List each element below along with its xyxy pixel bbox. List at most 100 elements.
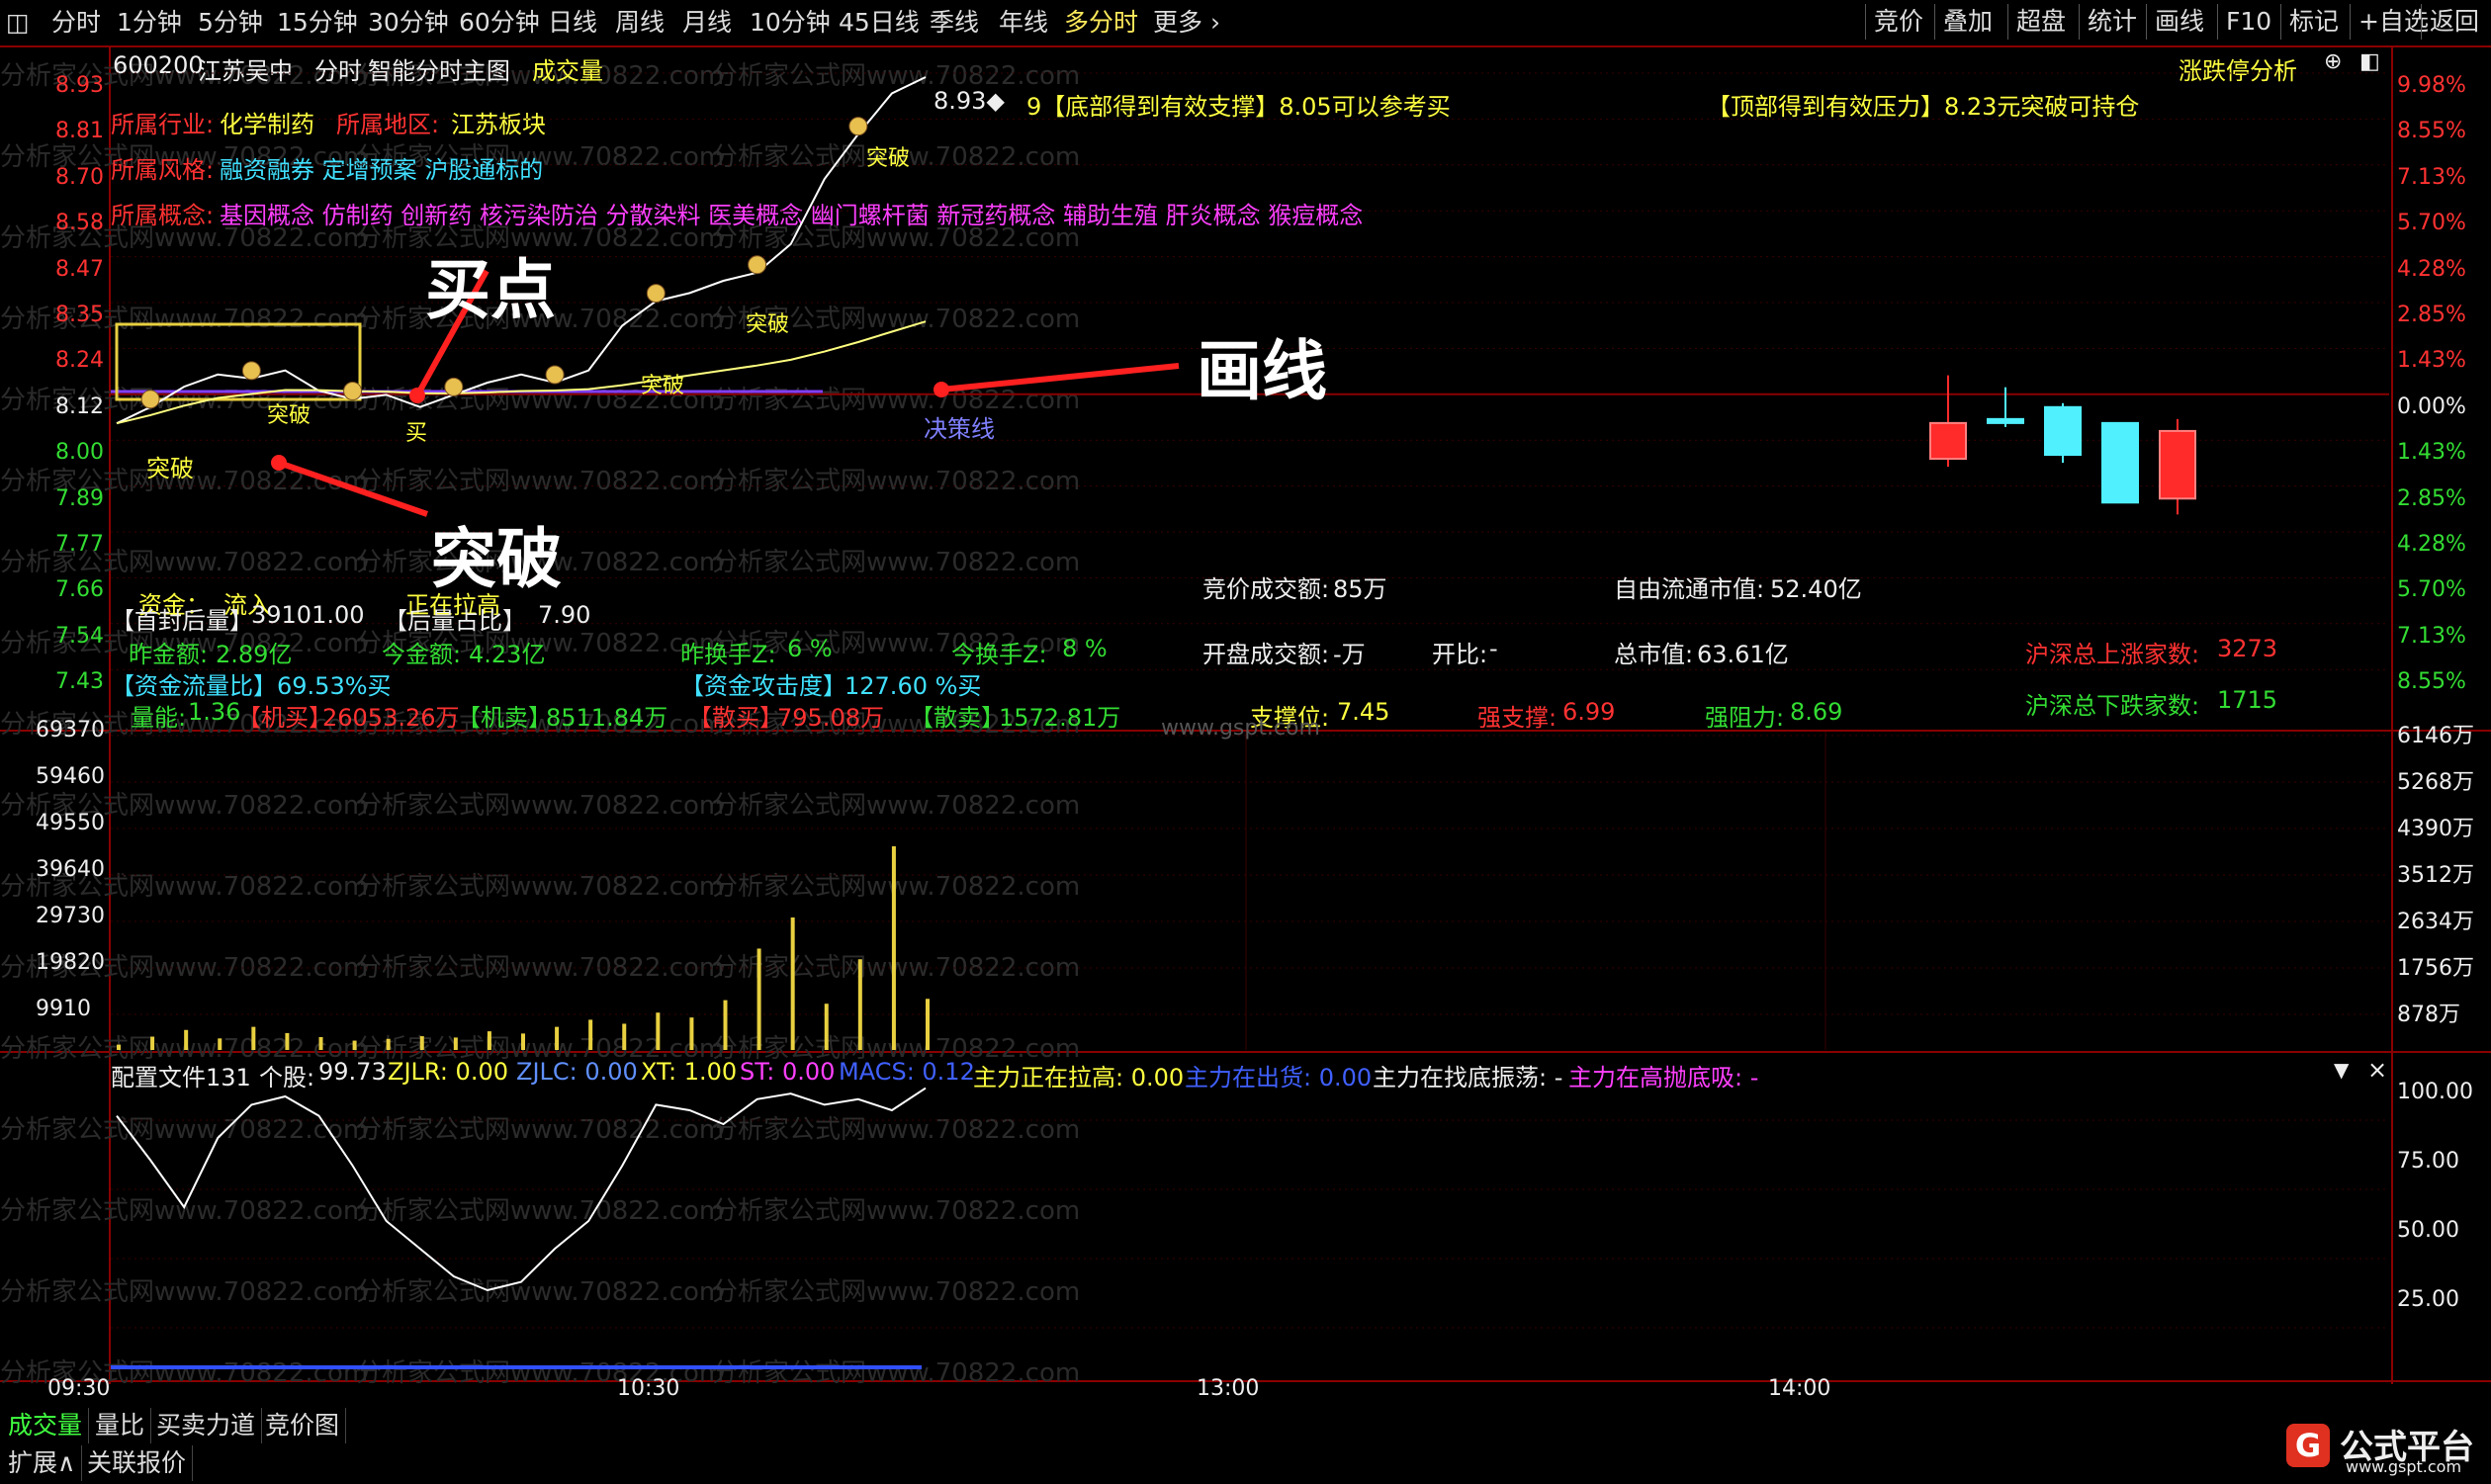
toolbar-right-item-1[interactable]: 叠加 (1934, 4, 2001, 40)
toolbar-right-item-0[interactable]: 竞价 (1865, 4, 1931, 40)
after-label: 【后量占比】 (384, 607, 526, 635)
volume-tick-right: 2634万 (2397, 910, 2474, 934)
toolbar-right-item-8[interactable]: 返回 (2421, 4, 2487, 40)
toolbar-item-8[interactable]: 月线 (682, 6, 732, 40)
volume-bar (588, 1019, 593, 1050)
volume-bar (555, 1026, 560, 1050)
volume-bar (622, 1023, 627, 1050)
annotation-arrow (940, 363, 1180, 393)
volume-bar (689, 1017, 694, 1050)
today-amount-label: 今金额: (382, 641, 462, 668)
volume-bar (117, 1044, 121, 1050)
toolbar-item-6[interactable]: 日线 (548, 6, 597, 40)
price-tick-left: 8.81 (55, 119, 104, 144)
volume-bar (419, 1036, 424, 1050)
down-count: 1715 (2217, 686, 2278, 714)
consolidation-box (115, 322, 362, 401)
bottom-tab-2[interactable]: 买卖力道 (150, 1408, 263, 1443)
toolbar-item-13[interactable]: 多分时 (1064, 6, 1138, 40)
bottom-tab-3[interactable]: 竞价图 (259, 1408, 347, 1443)
bottom-tab-0[interactable]: 成交量 (2, 1408, 90, 1443)
toolbar-item-2[interactable]: 5分钟 (198, 6, 263, 40)
bottom-tab2-1[interactable]: 关联报价 (81, 1445, 194, 1481)
prev-turnover: 6 % (787, 635, 833, 662)
toolbar-item-9[interactable]: 10分钟 (750, 6, 831, 40)
signal-coin-icon (140, 390, 160, 409)
candle-body (1929, 421, 1967, 461)
energy-label: 量能: (131, 704, 187, 732)
candle-body (2101, 421, 2139, 504)
signal-coin-icon (343, 381, 363, 400)
toolbar-right-item-5[interactable]: F10 (2217, 4, 2279, 40)
prev-turnover-label: 昨换手Z: (680, 641, 776, 668)
window-menu-icon[interactable]: ◫ (6, 6, 30, 40)
toolbar-item-11[interactable]: 季线 (930, 6, 979, 40)
price-tick-right: 1.43% (2397, 440, 2466, 466)
volume-tick-left: 59460 (36, 764, 105, 789)
auction-vol-label: 竞价成交额: (1202, 575, 1330, 603)
toolbar-item-12[interactable]: 年线 (999, 6, 1048, 40)
volume-bar (790, 917, 795, 1050)
price-tick-right: 8.55% (2397, 119, 2466, 144)
bottom-tab2-0[interactable]: 扩展∧ (2, 1445, 83, 1481)
breakthrough-tag-5: 突破 (866, 146, 911, 171)
indicator-tick: 50.00 (2397, 1218, 2459, 1243)
strong-support-label: 强支撑: (1477, 704, 1557, 732)
breakthrough-tag-2: 突破 (267, 403, 311, 428)
candle-body (1987, 417, 2024, 424)
price-tick-left: 8.12 (55, 393, 104, 419)
time-tick: 13:00 (1197, 1376, 1260, 1401)
toolbar-right-item-2[interactable]: 超盘 (2007, 4, 2074, 40)
toolbar-item-5[interactable]: 60分钟 (459, 6, 540, 40)
volume-bar (926, 999, 930, 1050)
price-tick-right: 2.85% (2397, 303, 2466, 327)
price-tick-right: 5.70% (2397, 211, 2466, 236)
indicator-tick: 100.00 (2397, 1080, 2473, 1104)
annotation-draw-line: 画线 (1197, 333, 1327, 409)
volume-tick-right: 4390万 (2397, 817, 2474, 841)
decision-line-label: 决策线 (924, 415, 995, 443)
price-tick-left: 7.43 (55, 669, 104, 695)
toolbar-item-3[interactable]: 15分钟 (277, 6, 358, 40)
inst-buy-label: 【机买】 (237, 704, 332, 732)
toolbar-right-item-4[interactable]: 画线 (2146, 4, 2212, 40)
toolbar-item-10[interactable]: 45日线 (839, 6, 920, 40)
time-tick: 09:30 (47, 1376, 111, 1401)
up-count: 3273 (2217, 635, 2278, 662)
price-tick-left: 8.93 (55, 73, 104, 98)
toolbar-item-7[interactable]: 周线 (615, 6, 665, 40)
logo-url: www.gspt.com (2346, 1457, 2462, 1476)
volume-tick-left: 9910 (36, 997, 91, 1021)
float-cap: 52.40亿 (1770, 575, 1862, 603)
volume-bar (723, 1000, 728, 1050)
price-tick-right: 0.00% (2397, 393, 2466, 419)
volume-bar (824, 1004, 829, 1050)
toolbar-right-item-6[interactable]: 标记 (2280, 4, 2347, 40)
toolbar-item-1[interactable]: 1分钟 (117, 6, 182, 40)
strong-resist-value: 8.69 (1790, 698, 1843, 726)
toolbar-item-0[interactable]: 分时 (51, 6, 101, 40)
volume-bar (891, 846, 896, 1050)
bottom-tab-1[interactable]: 量比 (89, 1408, 152, 1443)
after-value: 7.90 (538, 601, 591, 629)
signal-coin-icon (748, 255, 767, 275)
volume-tick-right: 5268万 (2397, 770, 2474, 795)
retail-buy-label: 【散买】 (688, 704, 783, 732)
breakthrough-tag-4: 突破 (746, 312, 790, 337)
flow-ratio-label: 【资金流量比】 (111, 672, 277, 700)
price-tick-right: 9.98% (2397, 73, 2466, 98)
volume-bar (857, 959, 862, 1050)
time-tick: 10:30 (617, 1376, 680, 1401)
candle-body (2044, 405, 2082, 457)
annotation-arrow (278, 460, 428, 517)
toolbar-item-14[interactable]: 更多 › (1153, 6, 1220, 40)
toolbar-item-4[interactable]: 30分钟 (368, 6, 449, 40)
toolbar-right-item-3[interactable]: 统计 (2079, 4, 2145, 40)
support-value: 7.45 (1337, 698, 1390, 726)
float-cap-label: 自由流通市值: (1614, 575, 1765, 603)
volume-bar (453, 1037, 458, 1050)
volume-tick-right: 1756万 (2397, 956, 2474, 981)
volume-tick-left: 69370 (36, 718, 105, 742)
volume-bar (487, 1031, 491, 1050)
breakthrough-tag-3: 突破 (641, 374, 685, 398)
